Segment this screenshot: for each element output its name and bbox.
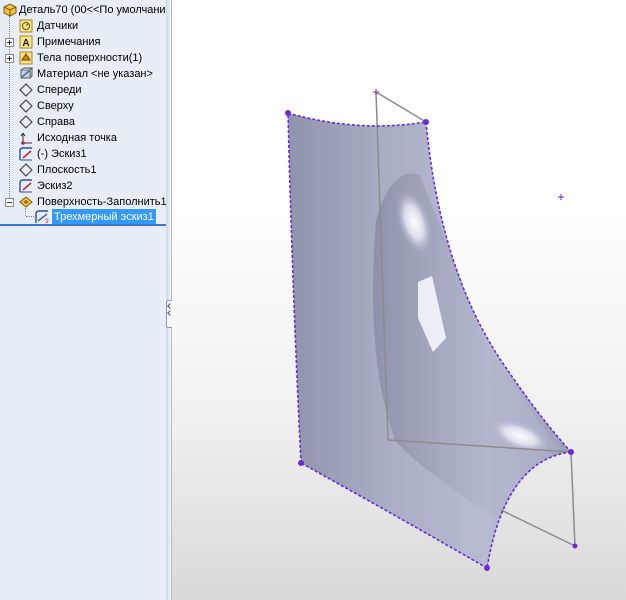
tree-item-label: Материал <не указан>: [37, 68, 153, 80]
tree-item-sketch2[interactable]: Эскиз2: [0, 178, 166, 194]
tree-item-label: (-) Эскиз1: [37, 148, 87, 160]
model-view: [285, 89, 578, 571]
svg-text:A: A: [22, 38, 29, 49]
tree-item-label: Поверхность-Заполнить1: [37, 196, 167, 208]
tree-item-label: Эскиз2: [37, 180, 73, 192]
plane-icon: [19, 163, 33, 177]
graphics-viewport[interactable]: [172, 0, 626, 600]
tree-root-label: Деталь70 (00<<По умолчанию: [19, 4, 167, 16]
plane-icon: [19, 99, 33, 113]
tree-item-label: Исходная точка: [37, 132, 117, 144]
sketch-icon: [19, 179, 32, 193]
rollback-bar[interactable]: [0, 224, 166, 226]
tree-item-label: Плоскость1: [37, 164, 97, 176]
tree-item-surface-bodies[interactable]: Тела поверхности(1): [0, 50, 166, 66]
sketch-icon: [19, 147, 32, 161]
tree-item-label: Датчики: [37, 20, 79, 32]
plane-icon: [19, 115, 33, 129]
tree-item-label: Примечания: [37, 36, 101, 48]
tree-item-sketch1[interactable]: (-) Эскиз1: [0, 146, 166, 162]
expand-icon[interactable]: [5, 38, 14, 47]
tree-item-top-plane[interactable]: Сверху: [0, 98, 166, 114]
3d-sketch-icon: 3D: [35, 210, 49, 224]
tree-item-label: Справа: [37, 116, 75, 128]
tree-item-origin[interactable]: Исходная точка: [0, 130, 166, 146]
tree-item-label: Трехмерный эскиз1: [51, 208, 157, 226]
tree-item-sensors[interactable]: Датчики: [0, 18, 166, 34]
tree-item-label: Тела поверхности(1): [37, 52, 143, 64]
surface-fill-icon: [19, 196, 33, 208]
tree-item-surface-fill[interactable]: Поверхность-Заполнить1: [0, 194, 166, 210]
origin-icon: [20, 132, 32, 145]
tree-item-3d-sketch[interactable]: 3D Трехмерный эскиз1: [0, 208, 166, 226]
plane-icon: [19, 83, 33, 97]
tree-item-material[interactable]: Материал <не указан>: [0, 66, 166, 82]
collapse-icon[interactable]: [5, 198, 14, 207]
tree-root[interactable]: Деталь70 (00<<По умолчанию: [0, 2, 166, 18]
annotations-icon: A: [19, 35, 33, 49]
feature-tree-panel: Деталь70 (00<<По умолчанию Датчики A При…: [0, 0, 167, 600]
tree-item-annotations[interactable]: A Примечания: [0, 34, 166, 50]
tree-item-plane1[interactable]: Плоскость1: [0, 162, 166, 178]
tree-item-front-plane[interactable]: Спереди: [0, 82, 166, 98]
material-icon: [20, 67, 33, 79]
tree-item-label: Сверху: [37, 100, 74, 112]
tree-item-right-plane[interactable]: Справа: [0, 114, 166, 130]
sensors-icon: [19, 19, 33, 33]
part-icon: [3, 3, 17, 17]
surface-bodies-icon: [19, 51, 33, 65]
expand-icon[interactable]: [5, 54, 14, 63]
tree-item-label: Спереди: [37, 84, 82, 96]
